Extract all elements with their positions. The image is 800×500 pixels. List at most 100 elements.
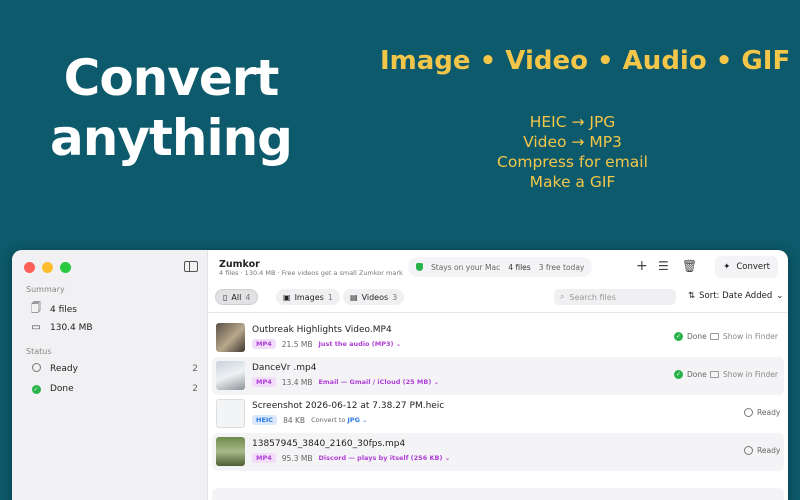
- circle-icon: [744, 408, 753, 417]
- file-size: 13.4 MB: [281, 377, 313, 387]
- status-pill: Stays on your Mac 4 files 3 free today: [408, 257, 593, 277]
- sidebar-toggle-icon[interactable]: [184, 261, 198, 272]
- sidebar-item-done[interactable]: ✓ Done 2: [30, 383, 198, 394]
- close-window-button[interactable]: [24, 262, 35, 273]
- folder-icon: [710, 371, 719, 378]
- type-badge: MP4: [252, 339, 276, 349]
- preset-dropdown[interactable]: Email — Gmail / iCloud (25 MB) ⌄: [318, 378, 439, 386]
- filter-label: Images: [294, 292, 324, 302]
- window-controls: [24, 262, 71, 273]
- file-row[interactable]: 13857945_3840_2160_30fps.mp4 MP4 95.3 MB…: [212, 433, 784, 471]
- status-label: Ready: [757, 408, 781, 417]
- status-label: Done: [687, 370, 707, 379]
- chevron-down-icon: ⌄: [776, 291, 784, 301]
- status-ready: Ready: [744, 408, 780, 417]
- hero-line-1: Convert: [63, 49, 280, 107]
- convert-to-dropdown[interactable]: Convert to JPG ⌄: [311, 416, 367, 424]
- sidebar-item-label: Done: [50, 383, 74, 394]
- summary-section-label: Summary: [26, 285, 65, 294]
- search-input[interactable]: ⌕ Search files: [554, 289, 676, 305]
- show-in-finder-button[interactable]: Show in Finder: [710, 332, 778, 341]
- finder-label: Show in Finder: [723, 332, 778, 341]
- filter-count: 3: [392, 292, 398, 302]
- app-subtitle: 4 files · 130.4 MB · Free videos get a s…: [219, 269, 403, 277]
- summary-size: ▭ 130.4 MB: [30, 322, 198, 333]
- folder-icon: [710, 333, 719, 340]
- file-size: 21.5 MB: [281, 339, 313, 349]
- sort-dropdown[interactable]: ⇅ Sort: Date Added ⌄: [688, 291, 783, 301]
- zoom-window-button[interactable]: [60, 262, 71, 273]
- checkmark-circle-icon: ✓: [674, 332, 683, 341]
- file-name: Screenshot 2026-06-12 at 7.38.27 PM.heic: [252, 401, 445, 411]
- sort-icon: ⇅: [688, 291, 696, 301]
- photo-icon: ▣: [283, 292, 291, 302]
- hero-line-2: anything: [50, 109, 293, 167]
- search-placeholder: Search files: [569, 292, 616, 302]
- image-thumbnail: [216, 399, 245, 428]
- status-ready: Ready: [744, 446, 780, 455]
- file-meta: MP4 95.3 MB Discord — plays by itself (2…: [252, 453, 450, 463]
- filter-label: All: [231, 292, 242, 302]
- divider: [208, 312, 788, 313]
- circle-icon: [744, 446, 753, 455]
- hero-headline: Convert anything: [40, 48, 302, 168]
- file-meta: HEIC 84 KB Convert to JPG ⌄: [252, 415, 368, 425]
- preset-dropdown[interactable]: Just the audio (MP3) ⌄: [318, 340, 401, 348]
- free-today-label: 3 free today: [538, 262, 585, 272]
- status-section-label: Status: [26, 347, 52, 356]
- drive-icon: ▭: [31, 322, 41, 333]
- type-badge: MP4: [252, 453, 276, 463]
- video-thumbnail: [216, 437, 245, 466]
- film-icon: ▤: [350, 292, 358, 302]
- file-row[interactable]: Outbreak Highlights Video.MP4 MP4 21.5 M…: [212, 319, 784, 357]
- status-done: ✓ Done: [674, 332, 707, 341]
- file-size: 95.3 MB: [281, 453, 313, 463]
- show-in-finder-button[interactable]: Show in Finder: [710, 370, 778, 379]
- file-name: Outbreak Highlights Video.MP4: [252, 325, 392, 335]
- examples-list: HEIC → JPG Video → MP3 Compress for emai…: [470, 112, 675, 192]
- plus-icon[interactable]: +: [636, 259, 648, 273]
- preset-label: Email — Gmail / iCloud (25 MB): [318, 378, 432, 386]
- file-row[interactable]: Screenshot 2026-06-12 at 7.38.27 PM.heic…: [212, 395, 784, 433]
- privacy-label: Stays on your Mac: [431, 262, 501, 272]
- formats-headline: Image • Video • Audio • GIF: [380, 46, 791, 76]
- sidebar: Summary 🗍 4 files ▭ 130.4 MB Status Read…: [12, 250, 208, 500]
- main-panel: Zumkor 4 files · 130.4 MB · Free videos …: [208, 250, 788, 500]
- file-meta: MP4 21.5 MB Just the audio (MP3) ⌄: [252, 339, 401, 349]
- type-badge: MP4: [252, 377, 276, 387]
- sliders-icon[interactable]: ☰: [658, 260, 669, 272]
- preset-label: Just the audio (MP3): [318, 340, 394, 348]
- filter-images[interactable]: ▣ Images 1: [276, 289, 340, 305]
- summary-files-label: 4 files: [50, 304, 77, 315]
- trash-icon[interactable]: 🗑: [682, 260, 697, 272]
- preset-dropdown[interactable]: Discord — plays by itself (256 KB) ⌄: [318, 454, 450, 462]
- preset-label: JPG: [347, 416, 360, 424]
- filter-videos[interactable]: ▤ Videos 3: [343, 289, 405, 305]
- convert-to-label: Convert to: [311, 416, 346, 424]
- sidebar-item-count: 2: [192, 364, 198, 374]
- example-item: Make a GIF: [529, 173, 616, 191]
- app-window: Summary 🗍 4 files ▭ 130.4 MB Status Read…: [12, 250, 788, 500]
- sort-label: Sort: Date Added: [699, 291, 773, 301]
- search-icon: ⌕: [560, 292, 565, 301]
- video-thumbnail: [216, 361, 245, 390]
- wand-icon: ✦: [723, 262, 731, 272]
- sidebar-item-label: Ready: [50, 364, 78, 374]
- filter-count: 1: [327, 292, 333, 302]
- sidebar-item-ready[interactable]: Ready 2: [30, 363, 198, 375]
- example-item: Compress for email: [497, 153, 648, 171]
- minimize-window-button[interactable]: [42, 262, 53, 273]
- circle-icon: [31, 363, 41, 372]
- video-thumbnail: [216, 323, 245, 352]
- checkmark-circle-icon: ✓: [31, 385, 41, 394]
- filter-all[interactable]: ▯ All 4: [215, 289, 259, 305]
- documents-icon: 🗍: [31, 303, 41, 314]
- file-row[interactable]: DanceVr .mp4 MP4 13.4 MB Email — Gmail /…: [212, 357, 784, 395]
- convert-button[interactable]: ✦ Convert: [715, 256, 778, 278]
- status-label: Ready: [757, 446, 781, 455]
- convert-button-label: Convert: [736, 262, 770, 272]
- status-done: ✓ Done: [674, 370, 707, 379]
- doc-icon: ▯: [223, 292, 228, 302]
- status-label: Done: [687, 332, 707, 341]
- file-meta: MP4 13.4 MB Email — Gmail / iCloud (25 M…: [252, 377, 439, 387]
